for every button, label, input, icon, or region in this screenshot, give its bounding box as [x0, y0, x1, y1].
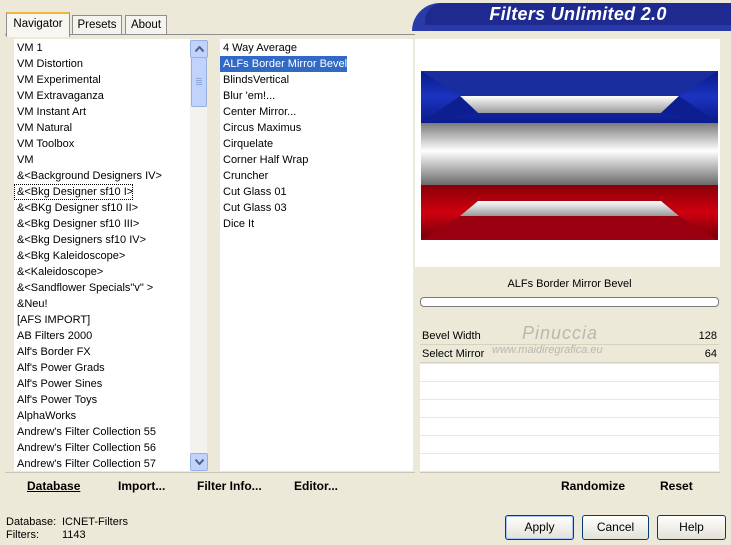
filters-value: 1143	[62, 529, 86, 541]
category-item[interactable]: VM 1	[14, 40, 43, 56]
filter-item[interactable]: Center Mirror...	[220, 104, 296, 120]
param-empty	[420, 400, 719, 418]
preview-image	[421, 71, 718, 240]
category-item[interactable]: &<Bkg Designer sf10 III>	[14, 216, 139, 232]
category-item[interactable]: VM Extravaganza	[14, 88, 104, 104]
category-item[interactable]: Andrew's Filter Collection 55	[14, 424, 156, 440]
chevron-down-icon	[194, 459, 204, 465]
tab-navigator[interactable]: Navigator	[6, 12, 70, 37]
category-item[interactable]: Andrew's Filter Collection 57	[14, 456, 156, 471]
filter-item[interactable]: Dice It	[220, 216, 254, 232]
category-item[interactable]: &<Bkg Kaleidoscope>	[14, 248, 125, 264]
filter-item[interactable]: Circus Maximus	[220, 120, 301, 136]
filter-item[interactable]: Corner Half Wrap	[220, 152, 308, 168]
param-empty	[420, 382, 719, 400]
category-list[interactable]: VM 1 VM Distortion VM Experimental VM Extra…	[14, 39, 190, 471]
scroll-up-button[interactable]	[190, 40, 208, 58]
category-item[interactable]: &<BKg Designer sf10 II>	[14, 200, 138, 216]
filter-item[interactable]: Blur 'em!...	[220, 88, 275, 104]
watermark-url: www.maidiregrafica.eu	[492, 344, 603, 356]
randomize-button[interactable]: Randomize	[561, 474, 625, 498]
chevron-up-icon	[194, 46, 204, 52]
watermark-name: Pinuccia	[522, 323, 599, 343]
progress-bar	[420, 297, 719, 307]
import-button[interactable]: Import...	[118, 474, 165, 498]
selected-filter-name: ALFs Border Mirror Bevel	[507, 278, 632, 290]
param-empty	[420, 436, 719, 454]
category-item[interactable]: Andrew's Filter Collection 56	[14, 440, 156, 456]
param-label: Select Mirror	[422, 348, 485, 360]
database-button[interactable]: Database	[27, 474, 80, 498]
param-empty	[420, 364, 719, 382]
cancel-button[interactable]: Cancel	[582, 515, 649, 540]
category-item[interactable]: AB Filters 2000	[14, 328, 92, 344]
category-item[interactable]: &<Bkg Designer sf10 I>	[14, 184, 134, 200]
category-item[interactable]: VM Natural	[14, 120, 72, 136]
reset-button[interactable]: Reset	[660, 474, 693, 498]
editor-button[interactable]: Editor...	[294, 474, 338, 498]
help-button[interactable]: Help	[657, 515, 726, 540]
category-item[interactable]: VM Instant Art	[14, 104, 86, 120]
category-item[interactable]: [AFS IMPORT]	[14, 312, 90, 328]
category-item[interactable]: &<Bkg Designers sf10 IV>	[14, 232, 146, 248]
apply-button[interactable]: Apply	[505, 515, 574, 540]
filter-item[interactable]: 4 Way Average	[220, 40, 297, 56]
filter-item[interactable]: Cut Glass 01	[220, 184, 287, 200]
category-item[interactable]: &<Sandflower Specials"v" >	[14, 280, 153, 296]
database-value: ICNET-Filters	[62, 516, 128, 528]
app-title: Filters Unlimited 2.0	[425, 3, 731, 25]
category-item[interactable]: Alf's Power Toys	[14, 392, 97, 408]
param-empty	[420, 418, 719, 436]
tab-about[interactable]: About	[125, 15, 167, 34]
filters-label: Filters:	[6, 529, 39, 541]
filter-item[interactable]: Cut Glass 03	[220, 200, 287, 216]
category-scrollbar[interactable]	[190, 39, 208, 471]
filter-list[interactable]: 4 Way Average ALFs Border Mirror Bevel Bli…	[220, 39, 413, 471]
database-label: Database:	[6, 516, 57, 528]
category-item[interactable]: &<Kaleidoscope>	[14, 264, 103, 280]
category-item[interactable]: AlphaWorks	[14, 408, 76, 424]
category-item[interactable]: VM Experimental	[14, 72, 101, 88]
filter-item[interactable]: ALFs Border Mirror Bevel	[220, 56, 348, 72]
scroll-thumb[interactable]	[191, 57, 207, 107]
tab-presets[interactable]: Presets	[72, 15, 122, 34]
category-item[interactable]: VM	[14, 152, 34, 168]
param-label: Bevel Width	[422, 330, 481, 342]
param-value: 64	[704, 348, 717, 360]
scroll-down-button[interactable]	[190, 453, 208, 471]
filter-item[interactable]: Cirquelate	[220, 136, 273, 152]
param-empty	[420, 454, 719, 472]
category-item[interactable]: &Neu!	[14, 296, 48, 312]
category-item[interactable]: VM Toolbox	[14, 136, 74, 152]
filter-item[interactable]: Cruncher	[220, 168, 268, 184]
param-value: 128	[698, 330, 717, 342]
filter-info-button[interactable]: Filter Info...	[197, 474, 262, 498]
category-item[interactable]: &<Background Designers IV>	[14, 168, 162, 184]
category-item[interactable]: Alf's Power Grads	[14, 360, 105, 376]
category-item[interactable]: Alf's Power Sines	[14, 376, 102, 392]
filter-item[interactable]: BlindsVertical	[220, 72, 289, 88]
category-item[interactable]: Alf's Border FX	[14, 344, 91, 360]
category-item[interactable]: VM Distortion	[14, 56, 83, 72]
